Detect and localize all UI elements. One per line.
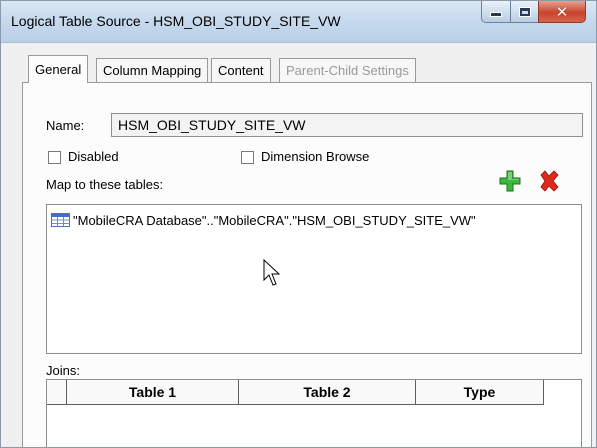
mapped-tables-list[interactable]: "MobileCRA Database".."MobileCRA"."HSM_O… [46, 204, 582, 354]
dimension-browse-checkbox[interactable] [241, 151, 254, 164]
tab-parent-child-settings: Parent-Child Settings [279, 58, 416, 82]
map-tables-label: Map to these tables: [46, 177, 164, 192]
tab-column-mapping[interactable]: Column Mapping [96, 58, 209, 82]
tab-general[interactable]: General [28, 55, 89, 83]
mouse-cursor-icon [263, 259, 281, 286]
row-header-column [47, 380, 67, 405]
add-icon[interactable] [499, 170, 521, 192]
list-item[interactable]: "MobileCRA Database".."MobileCRA"."HSM_O… [51, 210, 476, 230]
column-header-type[interactable]: Type [416, 380, 544, 405]
close-icon: ✕ [555, 2, 569, 21]
table-icon [51, 213, 70, 227]
mapped-table-name: "MobileCRA Database".."MobileCRA"."HSM_O… [73, 212, 476, 228]
column-header-table-1[interactable]: Table 1 [67, 380, 239, 405]
dimension-browse-checkbox-label: Dimension Browse [261, 149, 370, 164]
minimize-icon [490, 12, 502, 17]
name-label: Name: [46, 118, 85, 133]
minimize-button[interactable] [481, 1, 511, 23]
delete-icon[interactable] [538, 170, 560, 192]
tab-content[interactable]: Content [211, 58, 271, 82]
maximize-button[interactable] [510, 1, 539, 23]
joins-grid[interactable]: Table 1 Table 2 Type [46, 379, 582, 447]
disabled-checkbox-label: Disabled [68, 149, 119, 164]
window-title: Logical Table Source - HSM_OBI_STUDY_SIT… [11, 13, 341, 29]
joins-label: Joins: [46, 363, 80, 378]
name-input[interactable] [111, 113, 583, 137]
title-bar[interactable]: Logical Table Source - HSM_OBI_STUDY_SIT… [1, 1, 596, 43]
disabled-checkbox[interactable] [48, 151, 61, 164]
close-button[interactable]: ✕ [538, 1, 586, 23]
column-header-table-2[interactable]: Table 2 [239, 380, 416, 405]
maximize-icon [518, 6, 531, 17]
logical-table-source-dialog: Logical Table Source - HSM_OBI_STUDY_SIT… [0, 0, 597, 448]
